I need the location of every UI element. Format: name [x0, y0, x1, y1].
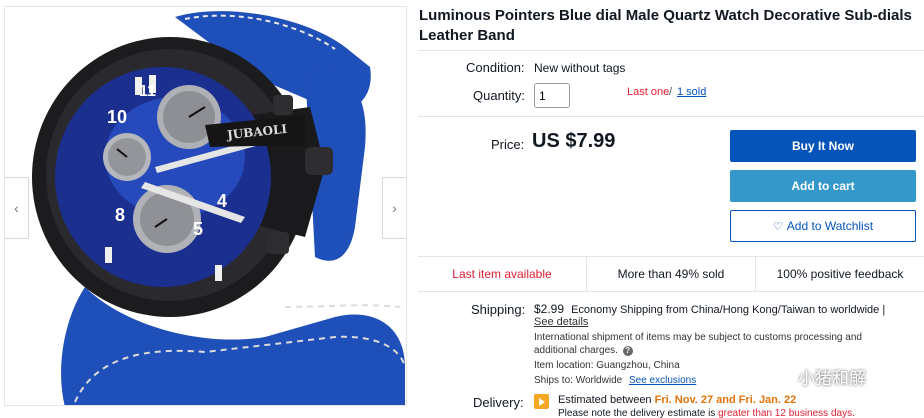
sold-percent-stat: More than 49% sold — [586, 257, 755, 291]
shipping-label: Shipping: — [471, 302, 526, 317]
see-details-link[interactable]: See details — [534, 316, 588, 328]
watch-product-image — [32, 11, 406, 405]
shipping-method: Economy Shipping from China/Hong Kong/Ta… — [571, 304, 886, 316]
customs-note-text: additional charges. — [534, 345, 618, 356]
dial-number-8: 8 — [115, 205, 126, 225]
delivery-note-warning: greater than 12 business days. — [718, 408, 855, 418]
gallery-prev-button[interactable]: ‹ — [5, 177, 29, 239]
ships-to: Ships to: Worldwide — [534, 375, 623, 386]
shipping-cost: $2.99 — [534, 302, 565, 316]
gallery-next-button[interactable]: › — [382, 177, 406, 239]
chevron-left-icon: ‹ — [14, 200, 19, 216]
condition-value: New without tags — [534, 61, 626, 75]
item-location: Item location: Guangzhou, China — [534, 360, 680, 371]
last-one-text: Last one — [627, 86, 670, 98]
watermark-text: 小猪和解 — [798, 369, 866, 388]
customs-note-line2: additional charges. ? — [534, 345, 633, 356]
heart-icon: ♡ — [772, 220, 783, 233]
delivery-estimated-text: Estimated between — [558, 394, 655, 406]
price-label: Price: — [491, 137, 525, 152]
quantity-input[interactable] — [534, 83, 570, 108]
add-to-cart-button[interactable]: Add to cart — [730, 170, 916, 202]
add-to-watchlist-button[interactable]: ♡ Add to Watchlist — [730, 210, 916, 242]
last-item-stat: Last item available — [452, 267, 552, 281]
delivery-note: Please note the delivery estimate is gre… — [558, 408, 855, 418]
info-icon[interactable]: ? — [622, 346, 633, 356]
listing-panel: Luminous Pointers Blue dial Male Quartz … — [418, 0, 924, 418]
divider — [418, 50, 924, 51]
feedback-stat: 100% positive feedback — [755, 257, 924, 291]
chevron-right-icon: › — [392, 200, 397, 216]
delivery-label: Delivery: — [473, 395, 524, 410]
sold-count-link[interactable]: 1 sold — [677, 86, 706, 98]
watermark: 小猪和解 — [766, 364, 866, 389]
see-exclusions-link[interactable]: See exclusions — [629, 375, 696, 386]
listing-stats: Last item available More than 49% sold 1… — [418, 256, 924, 292]
quantity-label: Quantity: — [473, 88, 526, 103]
dial-number-10: 10 — [107, 107, 128, 127]
delivery-note-text: Please note the delivery estimate is — [558, 408, 719, 418]
dial-number-11: 11 — [139, 83, 156, 100]
delivery-estimate: Estimated between Fri. Nov. 27 and Fri. … — [558, 394, 796, 406]
buy-it-now-button[interactable]: Buy It Now — [730, 130, 916, 162]
shipping-line: $2.99 Economy Shipping from China/Hong K… — [534, 302, 885, 316]
dial-number-5: 5 — [193, 219, 204, 239]
price-value: US $7.99 — [532, 130, 616, 152]
dial-number-4: 4 — [217, 191, 228, 211]
wechat-icon — [766, 366, 792, 387]
delivery-flag-icon — [534, 394, 549, 409]
ships-to-line: Ships to: Worldwide See exclusions — [534, 375, 696, 386]
listing-title: Luminous Pointers Blue dial Male Quartz … — [419, 7, 912, 44]
customs-note: International shipment of items may be s… — [534, 332, 862, 343]
image-gallery[interactable]: 11 10 8 4 5 JUBAOLI ‹ › — [4, 6, 407, 406]
watchlist-label: Add to Watchlist — [786, 219, 874, 233]
condition-label: Condition: — [466, 60, 525, 75]
delivery-dates: Fri. Nov. 27 and Fri. Jan. 22 — [654, 394, 797, 406]
separator: / — [669, 86, 673, 98]
divider — [418, 116, 924, 117]
